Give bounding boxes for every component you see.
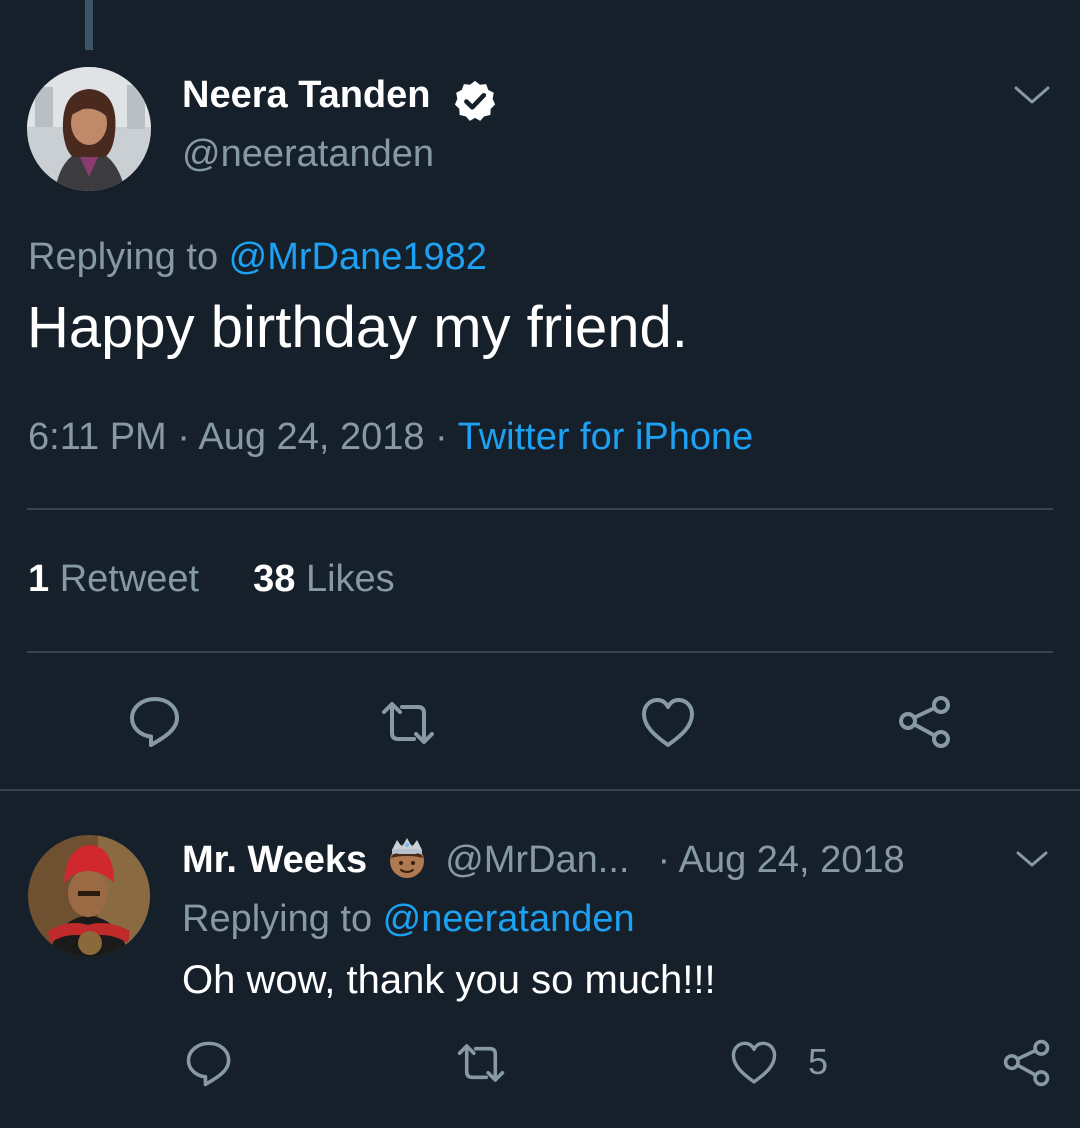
share-icon[interactable] <box>1002 1038 1052 1088</box>
author-avatar[interactable] <box>27 67 151 191</box>
replying-to-label: Replying to <box>182 898 383 940</box>
meta-separator: · <box>424 416 458 458</box>
reply-author-name[interactable]: Mr. Weeks <box>182 839 367 881</box>
replying-to-label: Replying to <box>28 236 229 278</box>
likes-stat[interactable]: 38 Likes <box>253 558 395 600</box>
thread-connector-line <box>85 0 93 50</box>
retweet-label: Retweet <box>59 558 200 600</box>
like-icon[interactable] <box>640 695 696 751</box>
reply-header: Mr. Weeks @MrDan... · Aug 24, 2018 <box>182 836 905 882</box>
author-name[interactable]: Neera Tanden <box>182 74 430 117</box>
chevron-down-icon[interactable] <box>1012 80 1052 110</box>
replying-to-link[interactable]: @neeratanden <box>383 898 635 940</box>
replying-to-link[interactable]: @MrDane1982 <box>229 236 487 278</box>
author-handle[interactable]: @neeratanden <box>182 133 434 176</box>
reply-date[interactable]: · Aug 24, 2018 <box>657 839 904 881</box>
retweet-icon[interactable] <box>380 695 436 751</box>
tweet-stats: 1 Retweet 38 Likes <box>28 558 395 601</box>
meta-separator: · <box>166 416 199 458</box>
tweet-text: Happy birthday my friend. <box>27 295 688 360</box>
reply-author-handle[interactable]: @MrDan... <box>445 839 629 881</box>
tweet-date[interactable]: Aug 24, 2018 <box>198 416 424 458</box>
divider <box>27 508 1053 510</box>
retweet-count: 1 <box>28 558 50 600</box>
retweet-icon[interactable] <box>454 1038 508 1088</box>
reply-icon[interactable] <box>127 693 183 749</box>
reply-text: Oh wow, thank you so much!!! <box>182 958 716 1002</box>
retweets-stat[interactable]: 1 Retweet <box>28 558 199 600</box>
reply-replying-to-line: Replying to @neeratanden <box>182 898 635 941</box>
like-count: 38 <box>253 558 296 600</box>
reply-icon[interactable] <box>184 1038 234 1088</box>
reply-author-avatar[interactable] <box>28 835 150 957</box>
tweet-source[interactable]: Twitter for iPhone <box>458 416 754 458</box>
tweet-meta: 6:11 PM · Aug 24, 2018 · Twitter for iPh… <box>28 416 753 459</box>
reply-like-count: 5 <box>808 1041 829 1082</box>
divider <box>27 651 1053 653</box>
like-icon[interactable] <box>730 1039 778 1087</box>
chevron-down-icon[interactable] <box>1014 845 1050 873</box>
verified-badge-icon <box>454 80 496 121</box>
replying-to-line: Replying to @MrDane1982 <box>28 236 487 279</box>
likes-label: Likes <box>305 558 395 600</box>
tweet-time: 6:11 PM <box>28 416 167 458</box>
prince-emoji-icon <box>390 838 425 878</box>
share-icon[interactable] <box>897 694 953 750</box>
divider <box>0 789 1080 791</box>
